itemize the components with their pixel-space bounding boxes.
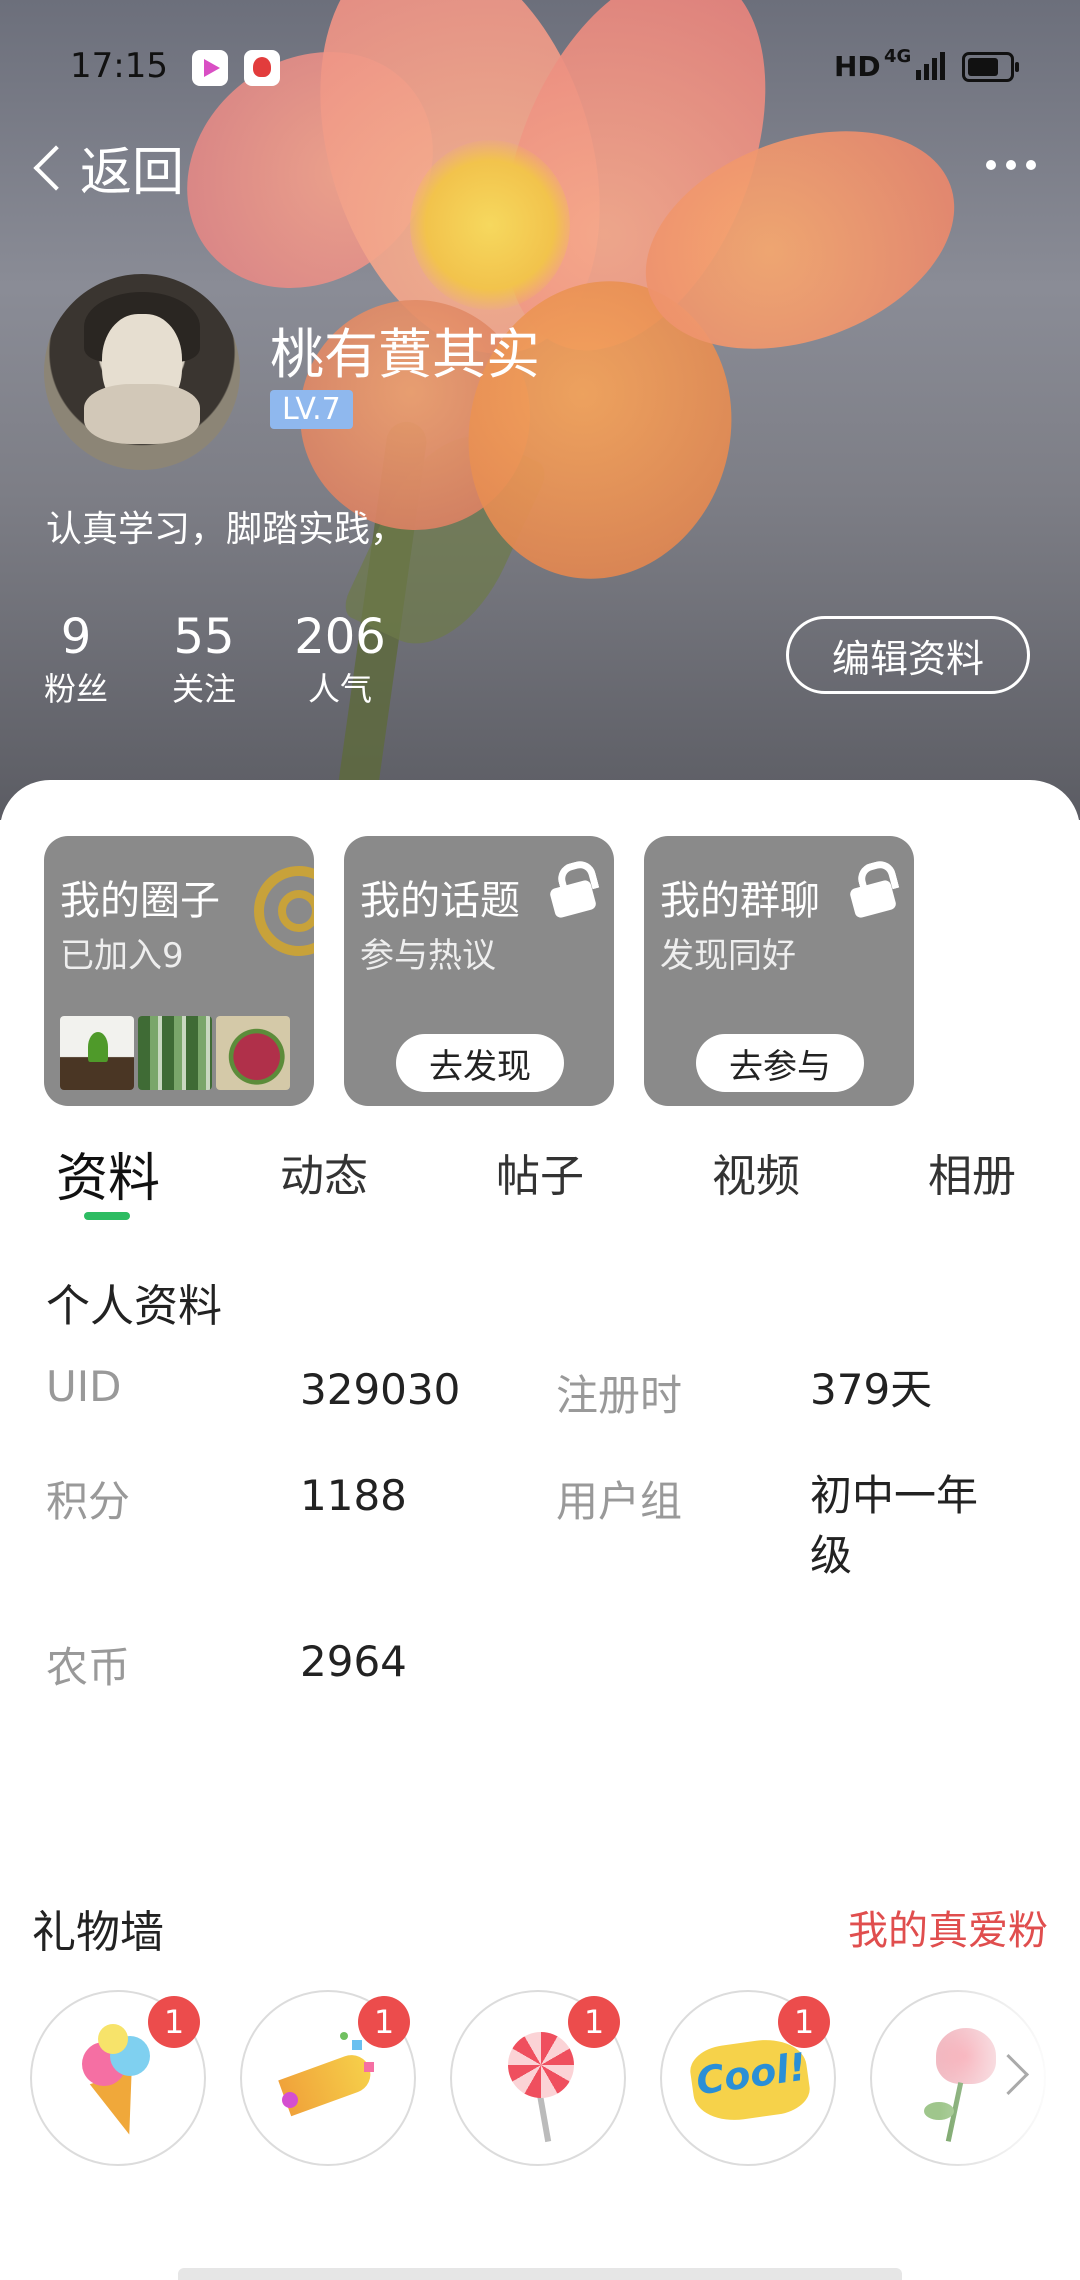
my-true-fans-link[interactable]: 我的真爱粉 (848, 1898, 1048, 1956)
battery-icon (962, 52, 1019, 82)
card-my-groups[interactable]: 我的群聊 发现同好 去参与 (644, 836, 914, 1106)
edit-profile-button[interactable]: 编辑资料 (786, 616, 1030, 694)
tab-videos[interactable]: 视频 (712, 1140, 800, 1204)
scoop (98, 2024, 128, 2054)
confetti (364, 2062, 374, 2072)
stat-label: 粉丝 (43, 670, 108, 708)
more-dot-icon (1026, 160, 1036, 170)
user-bio: 认真学习，脚踏实践， (46, 509, 407, 550)
greenhouse-thumbnail (138, 1016, 212, 1090)
tab-albums[interactable]: 相册 (928, 1140, 1016, 1204)
back-label: 返回 (80, 143, 185, 203)
stat-label: 关注 (171, 670, 236, 708)
card-title: 我的话题 (360, 878, 520, 924)
card-subtitle: 参与热议 (360, 936, 496, 976)
confetti (340, 2032, 348, 2040)
more-dot-icon (1006, 160, 1016, 170)
bottom-tab-bar-edge (178, 2268, 902, 2280)
card-my-topics[interactable]: 我的话题 参与热议 去发现 (344, 836, 614, 1106)
lock-icon (848, 857, 900, 919)
gift-count-badge: 1 (568, 1996, 620, 2048)
stat-value: 206 (294, 609, 386, 665)
signal-icon (916, 52, 948, 80)
stat-fans[interactable]: 9 粉丝 (40, 605, 112, 709)
card-subtitle: 发现同好 (660, 936, 796, 976)
gift-wall-title: 礼物墙 (32, 1907, 164, 1958)
seedling-thumbnail (60, 1016, 134, 1090)
tab-profile[interactable]: 资料 (56, 1136, 160, 1211)
info-value-usergroup: 初中一年级 (810, 1471, 979, 1580)
status-bar: 17:15 HD 4G (0, 40, 1080, 90)
circle-thumbnails (60, 1016, 290, 1090)
gift-count-badge: 1 (358, 1996, 410, 2048)
gift-party-popper[interactable]: 1 (240, 1990, 416, 2166)
card-title: 我的群聊 (660, 878, 820, 924)
level-badge: LV.7 (270, 390, 353, 429)
notification-app-icon (244, 50, 280, 86)
video-app-icon (192, 50, 228, 86)
join-button[interactable]: 去参与 (696, 1034, 864, 1092)
stat-value: 9 (60, 609, 92, 665)
section-title: 个人资料 (46, 1281, 222, 1332)
info-value-coins: 2964 (300, 1637, 407, 1686)
gift-count-badge: 1 (148, 1996, 200, 2048)
lollipop-icon (508, 2032, 574, 2098)
tab-feed[interactable]: 动态 (280, 1140, 368, 1204)
gift-count-badge: 1 (778, 1996, 830, 2048)
network-type: 4G (884, 46, 912, 67)
gift-lollipop[interactable]: 1 (450, 1990, 626, 2166)
hd-indicator: HD (834, 50, 881, 83)
lotus-core (410, 140, 570, 310)
circle-ring-icon (254, 866, 314, 956)
status-time: 17:15 (70, 46, 168, 86)
card-title: 我的圈子 (60, 878, 220, 924)
tab-posts[interactable]: 帖子 (496, 1140, 584, 1204)
back-button[interactable]: 返回 (30, 130, 184, 205)
username: 桃有蕡其实 (270, 323, 540, 386)
info-value-registered: 379天 (810, 1365, 933, 1414)
more-options-button[interactable] (986, 160, 1036, 170)
stat-following[interactable]: 55 关注 (164, 605, 244, 709)
info-label-usergroup: 用户组 (556, 1477, 683, 1526)
chevron-left-icon (33, 144, 79, 191)
discover-button[interactable]: 去发现 (396, 1034, 564, 1092)
avatar[interactable] (44, 274, 240, 470)
active-tab-indicator (84, 1212, 130, 1220)
info-value-points: 1188 (300, 1471, 407, 1520)
confetti (352, 2040, 362, 2050)
fruit-thumbnail (216, 1016, 290, 1090)
gift-cool-sticker[interactable]: Cool! 1 (660, 1990, 836, 2166)
info-label-uid: UID (46, 1362, 122, 1411)
lock-icon (548, 857, 600, 919)
stat-popularity: 206 人气 (290, 605, 390, 709)
info-label-registered: 注册时 (556, 1371, 683, 1420)
info-label-points: 积分 (46, 1477, 131, 1526)
confetti (282, 2092, 298, 2108)
stat-label: 人气 (307, 670, 372, 708)
card-subtitle: 已加入9 (60, 936, 184, 976)
more-dot-icon (986, 160, 996, 170)
info-value-uid: 329030 (300, 1365, 461, 1414)
gift-ice-cream[interactable]: 1 (30, 1990, 206, 2166)
card-my-circles[interactable]: 我的圈子 已加入9 (44, 836, 314, 1106)
stat-value: 55 (173, 609, 235, 665)
info-label-coins: 农币 (46, 1643, 131, 1692)
avatar-hands (84, 384, 200, 444)
